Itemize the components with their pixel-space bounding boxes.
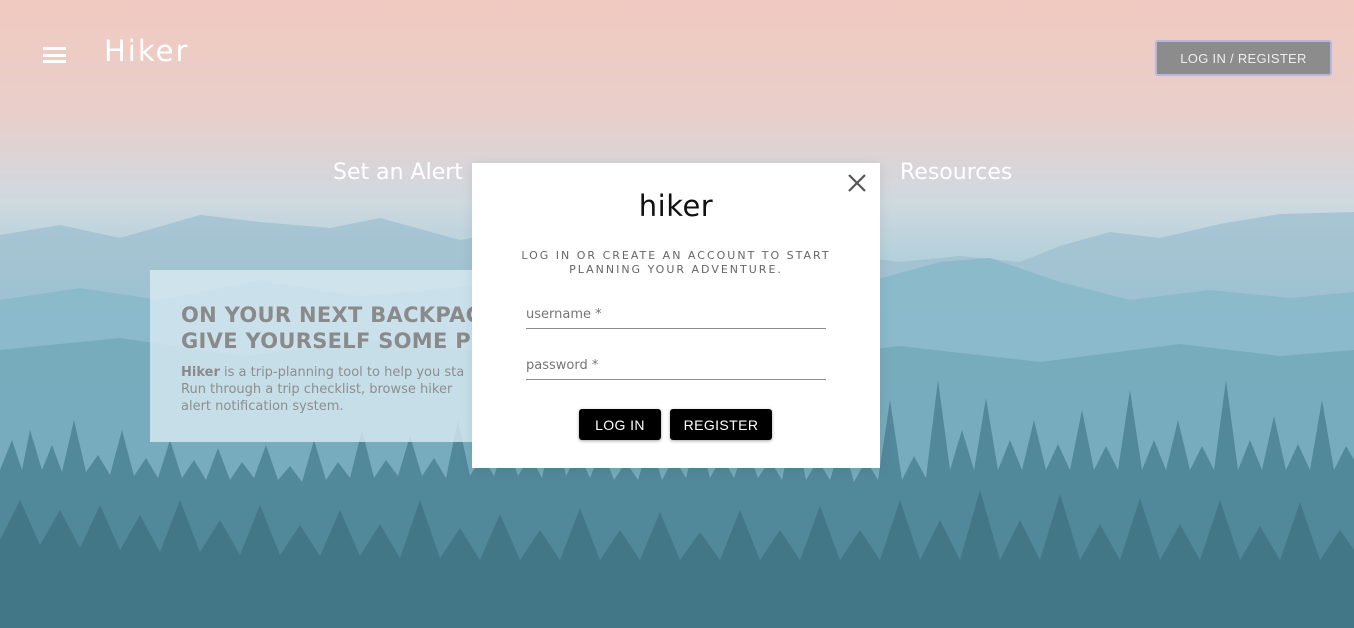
password-field[interactable]: password * [526,353,826,380]
hero-title: ON YOUR NEXT BACKPAC GIVE YOURSELF SOME … [181,302,490,354]
hero-description-line: alert notification system. [181,399,344,414]
hero-description-line: Hiker is a trip-planning tool to help yo… [181,364,490,381]
username-field[interactable]: username * [526,302,826,329]
page: Hiker LOG IN / REGISTER Set an Alert Res… [0,0,1354,628]
password-input[interactable] [526,353,826,379]
menu-bar [43,47,66,50]
hero-description: Hiker is a trip-planning tool to help yo… [181,364,490,415]
hero-description-line: Run through a trip checklist, browse hik… [181,382,453,397]
login-button[interactable]: LOG IN [579,409,661,440]
menu-bar [43,53,66,57]
nav-resources[interactable]: Resources [900,160,1012,185]
site-brand[interactable]: Hiker [104,34,189,68]
register-button[interactable]: REGISTER [670,409,772,440]
hero-brand-mention: Hiker [181,365,220,380]
modal-tagline: LOG IN OR CREATE AN ACCOUNT TO START PLA… [521,249,831,276]
hero-description-text: is a trip-planning tool to help you sta [219,365,465,380]
username-input[interactable] [526,302,826,328]
nav-set-alert[interactable]: Set an Alert [333,160,463,185]
hero-title-line: GIVE YOURSELF SOME PE [181,329,486,353]
hero-card: ON YOUR NEXT BACKPAC GIVE YOURSELF SOME … [150,270,490,442]
modal-logo: hiker [638,189,714,223]
login-register-button[interactable]: LOG IN / REGISTER [1155,40,1332,76]
login-modal: hiker LOG IN OR CREATE AN ACCOUNT TO STA… [472,163,880,468]
hero-title-line: ON YOUR NEXT BACKPAC [181,303,482,327]
hamburger-menu-icon[interactable] [40,44,70,66]
menu-bar [43,60,66,63]
